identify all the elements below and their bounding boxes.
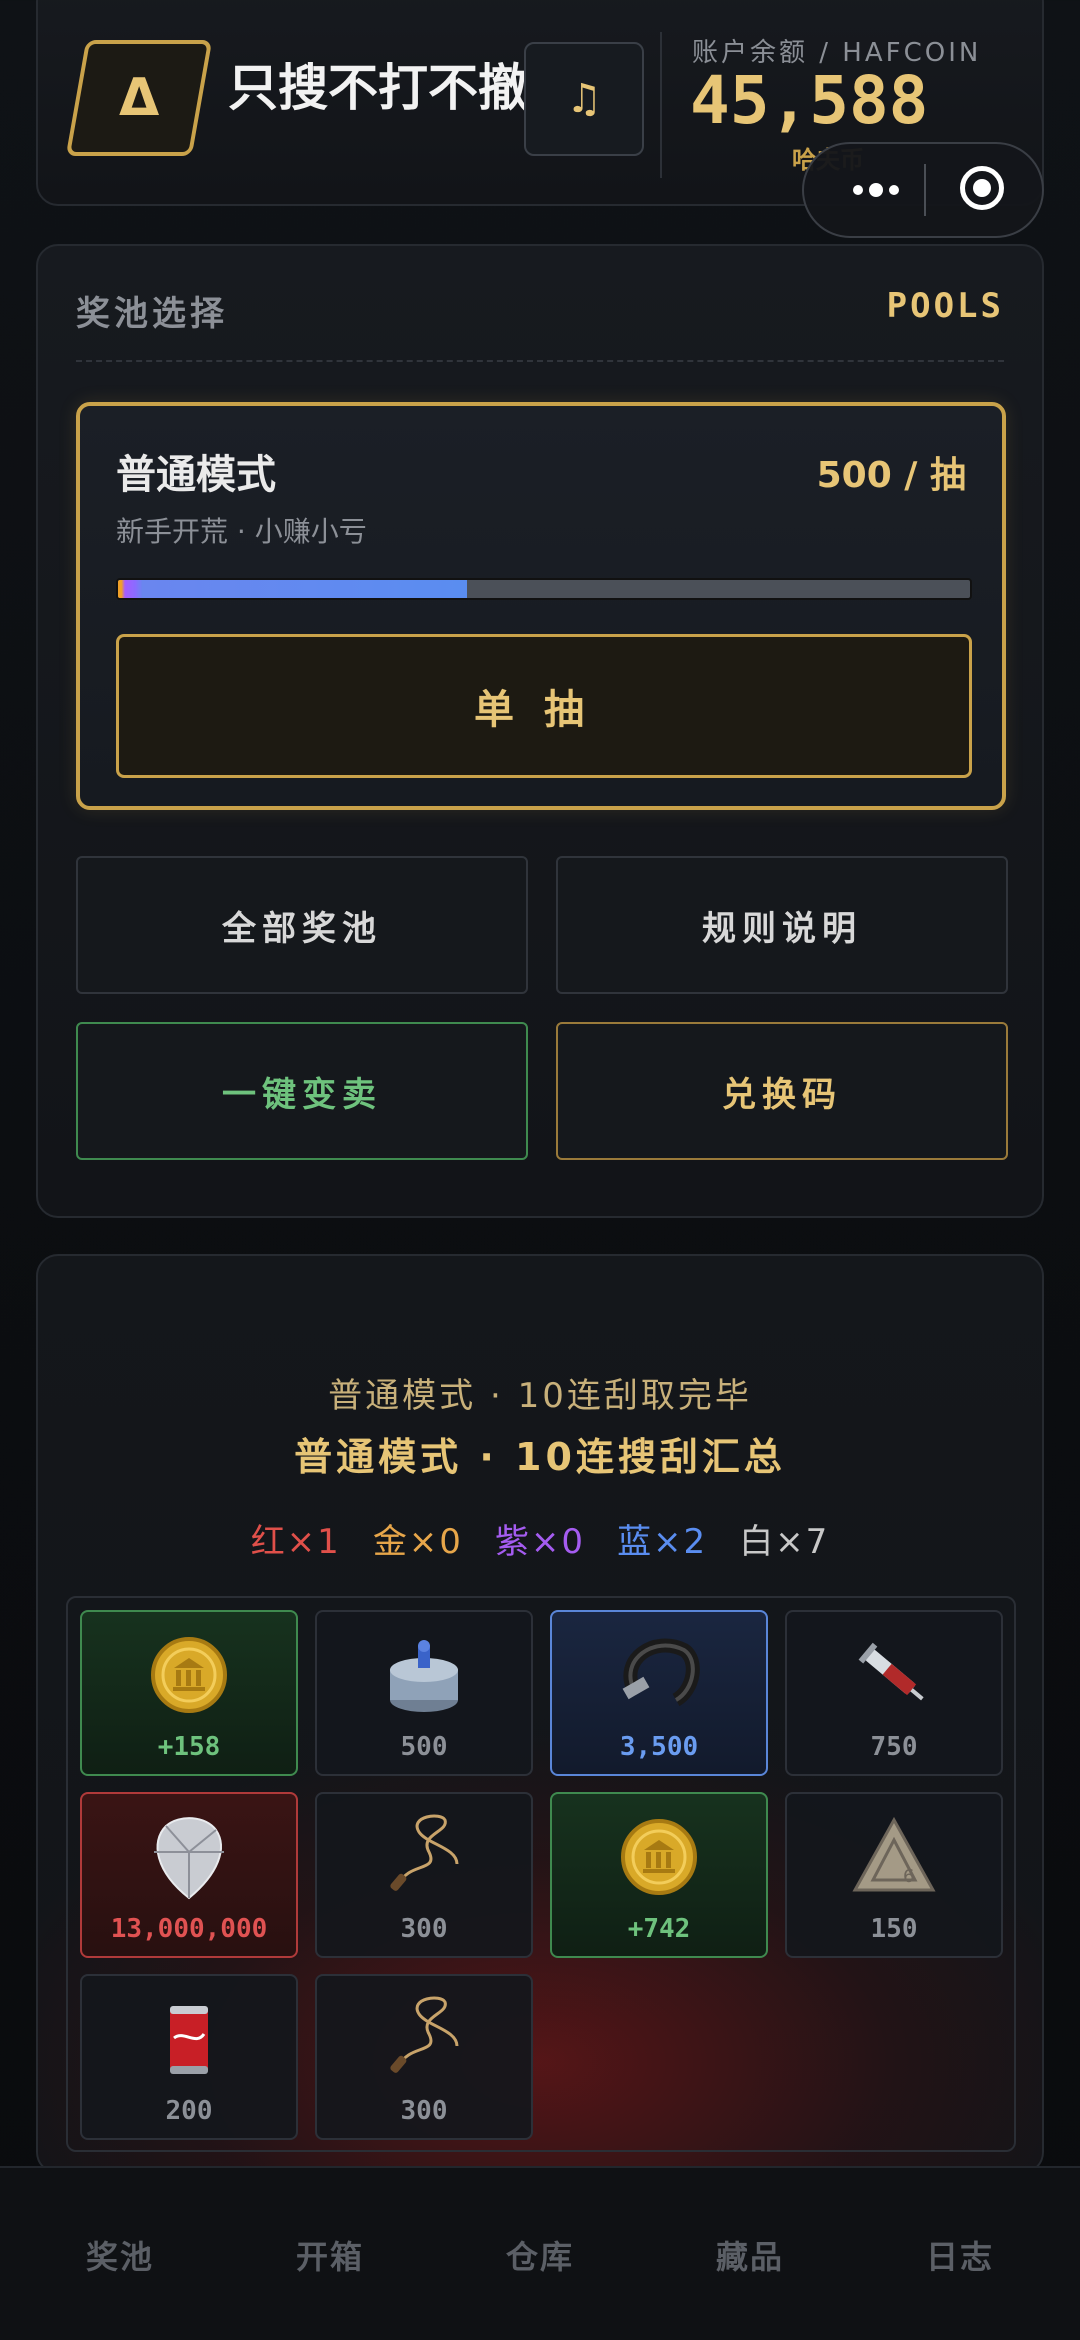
rarity-count: 金×0 bbox=[372, 1522, 463, 1562]
item-value: +742 bbox=[627, 1914, 691, 1944]
item-value: 500 bbox=[400, 1732, 448, 1762]
mode-description: 新手开荒 · 小赚小亏 bbox=[116, 515, 367, 548]
result-item-7[interactable]: +742 bbox=[550, 1792, 768, 1958]
redeem-code-button[interactable]: 兑换码 bbox=[556, 1022, 1008, 1160]
balance-value: 45,588 bbox=[690, 62, 929, 139]
music-note-icon: ♫ bbox=[566, 76, 602, 122]
syringe-icon bbox=[849, 1630, 939, 1720]
fuel-canister-icon bbox=[379, 1630, 469, 1720]
delta-icon: Δ bbox=[118, 68, 160, 128]
triangle-badge-icon: 6 bbox=[849, 1812, 939, 1902]
item-value: 300 bbox=[400, 1914, 448, 1944]
result-item-3[interactable]: 3,500 bbox=[550, 1610, 768, 1776]
bottom-nav: 奖池 开箱 仓库 藏品 日志 bbox=[0, 2166, 1080, 2340]
pool-mode-card[interactable]: 普通模式 500 / 抽 新手开荒 · 小赚小亏 单抽 bbox=[76, 402, 1006, 810]
watch-strap-icon bbox=[614, 1630, 704, 1720]
mini-program-capsule bbox=[802, 142, 1044, 238]
results-title: 普通模式 · 10连搜刮汇总 bbox=[294, 1435, 786, 1479]
rarity-count: 蓝×2 bbox=[617, 1522, 708, 1562]
result-item-4[interactable]: 750 bbox=[785, 1610, 1003, 1776]
progress-fill bbox=[118, 580, 468, 598]
section-title-en: POOLS bbox=[886, 286, 1004, 326]
rarity-counts: 红×1 金×0 紫×0 蓝×2 白×7 bbox=[38, 1514, 1042, 1563]
coiled-cable-icon bbox=[379, 1994, 469, 2084]
tab-pools[interactable]: 奖池 bbox=[12, 2232, 228, 2278]
item-value: 3,500 bbox=[619, 1732, 699, 1762]
tab-open-box[interactable]: 开箱 bbox=[222, 2232, 438, 2278]
gold-coin-icon bbox=[614, 1812, 704, 1902]
item-value: 300 bbox=[400, 2096, 448, 2126]
result-item-6[interactable]: 300 bbox=[315, 1792, 533, 1958]
svg-text:6: 6 bbox=[903, 1866, 914, 1887]
cola-can-icon bbox=[144, 1994, 234, 2084]
result-item-5[interactable]: 13,000,000 bbox=[80, 1792, 298, 1958]
result-item-8[interactable]: 6 150 bbox=[785, 1792, 1003, 1958]
dashed-divider bbox=[76, 360, 1004, 362]
item-value: 750 bbox=[870, 1732, 918, 1762]
result-item-1[interactable]: +158 bbox=[80, 1610, 298, 1776]
rarity-count: 白×7 bbox=[739, 1522, 830, 1562]
app-logo: Δ bbox=[65, 40, 213, 156]
all-pools-button[interactable]: 全部奖池 bbox=[76, 856, 528, 994]
item-value: 200 bbox=[165, 2096, 213, 2126]
coiled-cable-icon bbox=[379, 1812, 469, 1902]
music-button[interactable]: ♫ bbox=[524, 42, 644, 156]
close-miniprogram-icon[interactable] bbox=[960, 166, 1004, 210]
item-value: +158 bbox=[157, 1732, 221, 1762]
app-title: 只搜不打不撤 bbox=[228, 59, 528, 117]
single-draw-button[interactable]: 单抽 bbox=[116, 634, 972, 778]
item-value: 150 bbox=[870, 1914, 918, 1944]
rarity-progress-bar bbox=[116, 578, 972, 600]
header-divider bbox=[660, 32, 662, 178]
result-item-9[interactable]: 200 bbox=[80, 1974, 298, 2140]
tab-collection[interactable]: 藏品 bbox=[642, 2232, 858, 2278]
result-item-2[interactable]: 500 bbox=[315, 1610, 533, 1776]
rarity-count: 紫×0 bbox=[494, 1522, 586, 1562]
result-item-10[interactable]: 300 bbox=[315, 1974, 533, 2140]
gold-coin-icon bbox=[144, 1630, 234, 1720]
rules-button[interactable]: 规则说明 bbox=[556, 856, 1008, 994]
diamond-icon bbox=[144, 1812, 234, 1902]
tab-log[interactable]: 日志 bbox=[852, 2232, 1068, 2278]
capsule-divider bbox=[924, 164, 926, 216]
items-grid: +158 500 3,500 750 13,000,000 300 +742 6 150 200 3… bbox=[66, 1596, 1016, 2152]
mode-price: 500 / 抽 bbox=[816, 455, 966, 496]
tab-warehouse[interactable]: 仓库 bbox=[432, 2232, 648, 2278]
mode-name: 普通模式 bbox=[116, 452, 276, 498]
rarity-count: 红×1 bbox=[250, 1522, 341, 1562]
pools-card: 奖池选择 POOLS 普通模式 500 / 抽 新手开荒 · 小赚小亏 单抽 全… bbox=[36, 244, 1044, 1218]
more-menu-icon[interactable] bbox=[836, 168, 916, 212]
sell-all-button[interactable]: 一键变卖 bbox=[76, 1022, 528, 1160]
section-title: 奖池选择 bbox=[76, 294, 228, 334]
item-value: 13,000,000 bbox=[110, 1914, 268, 1944]
results-card: 普通模式 · 10连刮取完毕 普通模式 · 10连搜刮汇总 红×1 金×0 紫×0 蓝… bbox=[36, 1254, 1044, 2174]
results-subtitle: 普通模式 · 10连刮取完毕 bbox=[328, 1376, 752, 1416]
